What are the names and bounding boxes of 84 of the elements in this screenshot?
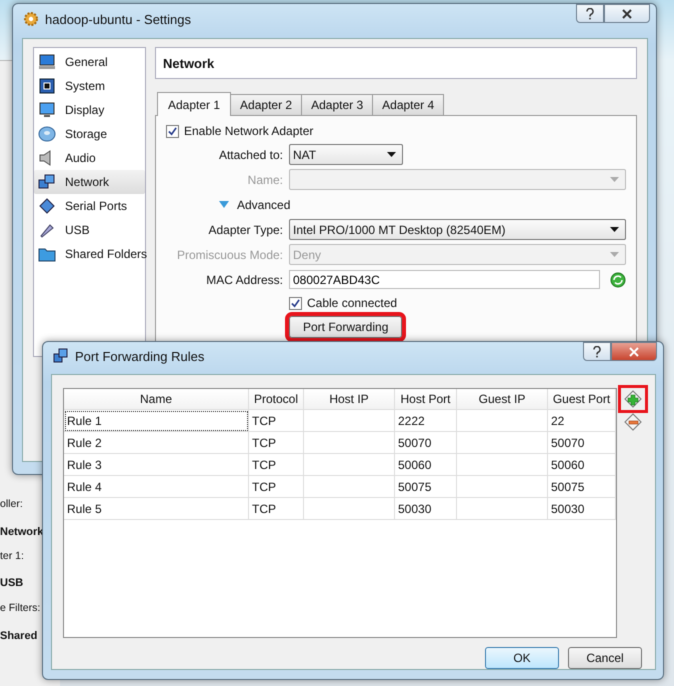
background-label: Network (0, 526, 44, 538)
table-cell: 22 (548, 410, 616, 432)
table-cell: TCP (249, 410, 304, 432)
sidebar-item[interactable]: Audio (34, 146, 145, 170)
caret-icon (610, 252, 619, 257)
display-icon (38, 101, 56, 119)
monitor-icon (38, 53, 56, 71)
table-cell: 50075 (548, 476, 616, 498)
adapter-tab[interactable]: Adapter 2 (230, 94, 302, 115)
background-label: oller: (0, 498, 23, 510)
sidebar-item[interactable]: USB (34, 218, 145, 242)
background-label: USB (0, 577, 24, 589)
checkbox-label: Enable Network Adapter (184, 124, 314, 138)
network-icon (53, 348, 69, 364)
background-label: ter 1: (0, 550, 24, 562)
cancel-button[interactable]: Cancel (568, 647, 642, 669)
table-cell: 2222 (395, 410, 457, 432)
table-cell: Rule 5 (64, 498, 249, 520)
sidebar-item[interactable]: Network (34, 170, 145, 194)
window-title: hadoop-ubuntu - Settings (45, 12, 192, 26)
gear-icon (23, 11, 39, 27)
triangle-icon (219, 200, 229, 208)
chip-icon (38, 77, 56, 95)
caret-icon (387, 152, 396, 157)
table-cell: TCP (249, 498, 304, 520)
adapter-tab[interactable]: Adapter 3 (301, 94, 374, 115)
close-button[interactable] (604, 4, 650, 23)
table-cell: 50030 (395, 498, 457, 520)
close-icon (621, 8, 633, 18)
table-cell: Rule 3 (64, 454, 249, 476)
column-header[interactable]: Guest Port (548, 389, 616, 410)
table-cell: 50075 (395, 476, 457, 498)
adapter-tab[interactable]: Adapter 1 (157, 92, 232, 116)
table-cell: 50070 (395, 432, 457, 454)
table-cell: 50060 (395, 454, 457, 476)
checkbox[interactable] (166, 124, 179, 138)
field-label: Attached to: (218, 148, 283, 162)
help-icon (592, 346, 602, 358)
column-header[interactable]: Host Port (395, 389, 457, 410)
background-label: Shared (0, 630, 38, 642)
add-rule-button[interactable] (621, 388, 645, 410)
table-cell: TCP (249, 454, 304, 476)
advanced-expander[interactable]: Advanced (219, 198, 290, 212)
caret-icon (610, 227, 619, 232)
table-cell: 50060 (548, 454, 616, 476)
table-cell: TCP (249, 476, 304, 498)
help-button[interactable] (576, 4, 604, 23)
sidebar-item[interactable]: Shared Folders (34, 242, 145, 266)
mac-address-field[interactable]: 080027ABD43C (289, 270, 600, 289)
table-cell: Rule 4 (64, 476, 249, 498)
section-title: Network (155, 47, 637, 79)
help-icon (585, 8, 595, 20)
help-button[interactable] (583, 342, 611, 361)
ok-button[interactable]: OK (485, 647, 559, 669)
sidebar-item[interactable]: Serial Ports (34, 194, 145, 218)
network-icon (38, 173, 56, 191)
sidebar-item[interactable]: Storage (34, 122, 145, 146)
table-cell: 50070 (548, 432, 616, 454)
table-cell: Rule 1 (64, 410, 249, 432)
field-label: Name: (246, 172, 283, 186)
dropdown[interactable]: NAT (289, 144, 403, 165)
dropdown[interactable]: Intel PRO/1000 MT Desktop (82540EM) (289, 219, 626, 240)
background-label: e Filters: (0, 602, 40, 614)
column-header[interactable]: Host IP (304, 389, 395, 410)
field-label: Adapter Type: (208, 222, 283, 236)
window-title: Port Forwarding Rules (75, 348, 206, 364)
table-cell: 50030 (548, 498, 616, 520)
adapter-tab[interactable]: Adapter 4 (372, 94, 444, 115)
field-label: Promiscuous Mode: (176, 248, 283, 262)
caret-icon (610, 177, 619, 182)
disk-icon (38, 125, 56, 143)
sidebar-item[interactable]: General (34, 50, 145, 74)
table-cell: TCP (249, 432, 304, 454)
checkbox[interactable] (289, 296, 302, 310)
column-header[interactable]: Protocol (249, 389, 304, 410)
close-icon (628, 346, 640, 356)
checkbox-label: Cable connected (307, 296, 398, 310)
column-header[interactable]: Guest IP (457, 389, 548, 410)
column-header[interactable]: Name (64, 389, 249, 410)
field-label: MAC Address: (205, 272, 283, 286)
sidebar-item[interactable]: Display (34, 98, 145, 122)
table-cell: Rule 2 (64, 432, 249, 454)
sidebar-item[interactable]: System (34, 74, 145, 98)
refresh-icon[interactable] (610, 272, 626, 288)
